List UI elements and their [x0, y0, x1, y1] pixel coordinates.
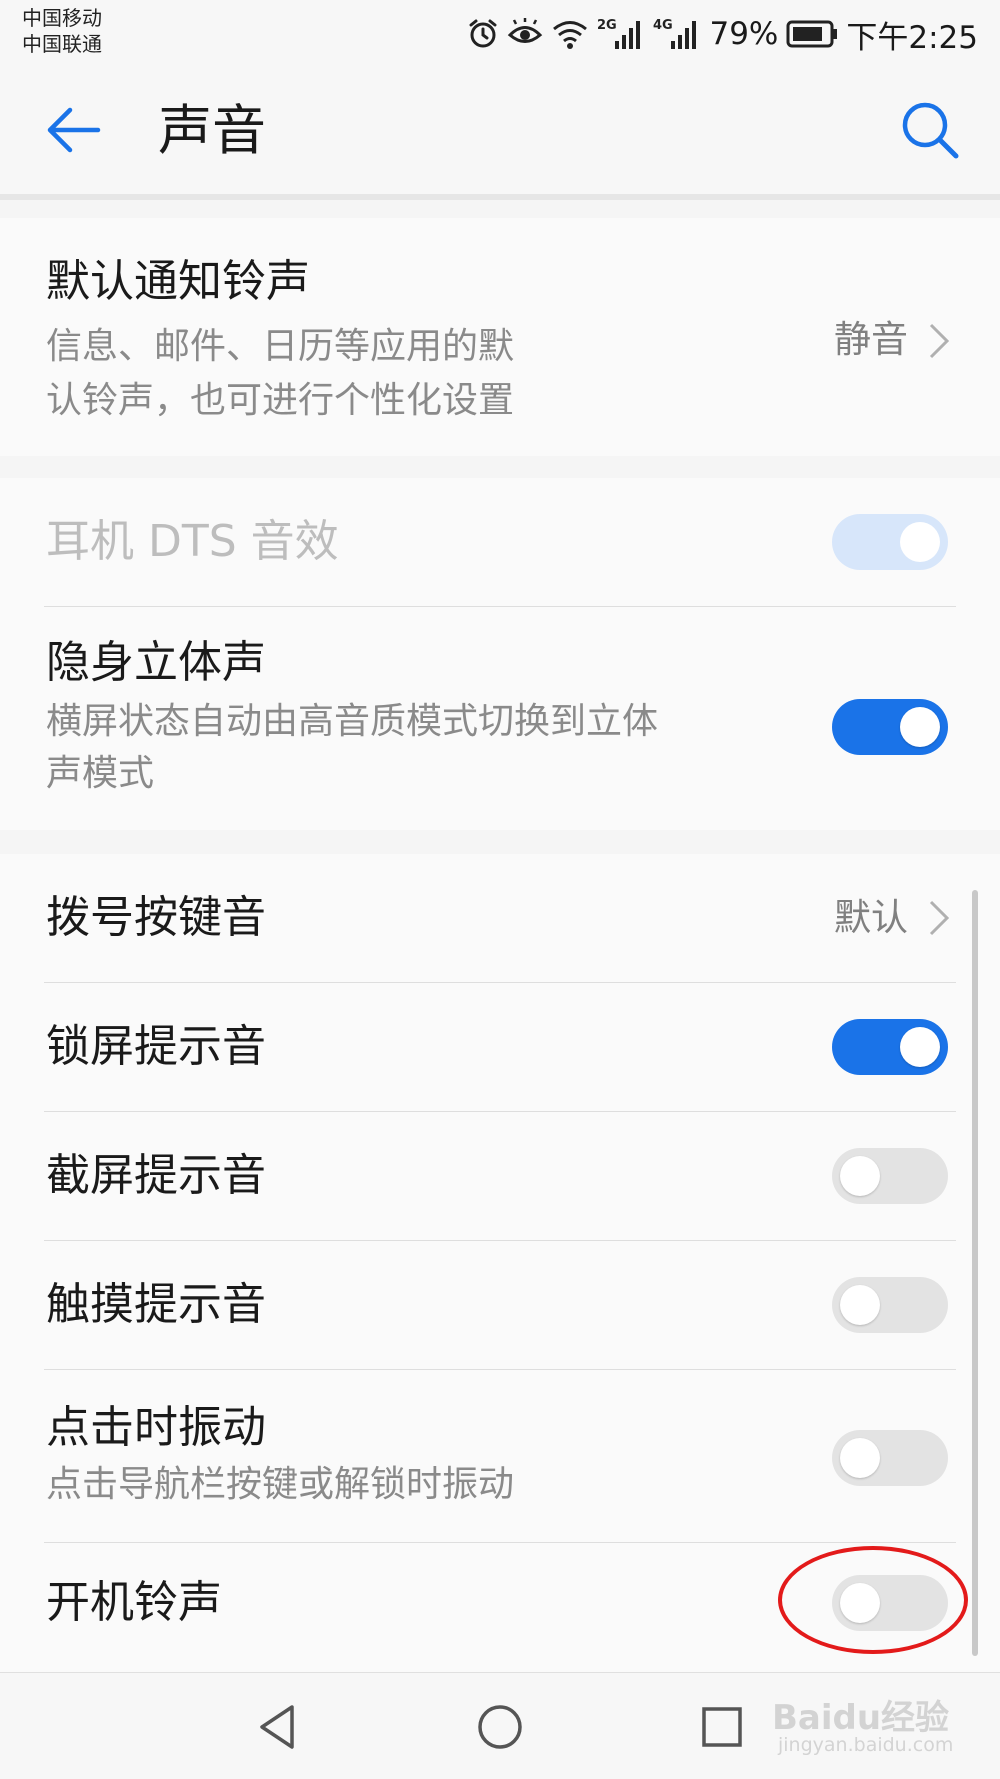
baidu-watermark: Baidu经验 jingyan.baidu.com	[772, 1690, 972, 1762]
search-icon[interactable]	[892, 92, 968, 168]
stealth-stereo-row[interactable]: 隐身立体声 横屏状态自动由高音质模式切换到立体 声模式	[0, 607, 1000, 830]
toggle-knob	[840, 1438, 880, 1478]
notification-tone-subtitle-1: 信息、邮件、日历等应用的默	[46, 326, 515, 367]
toggle-knob	[900, 1027, 940, 1067]
wifi-icon	[553, 21, 588, 49]
circle-home-icon[interactable]	[468, 1695, 532, 1759]
toggle-knob	[840, 1285, 880, 1325]
arrow-left-icon[interactable]	[36, 92, 112, 168]
boot-ringtone-title: 开机铃声	[46, 1577, 222, 1628]
carrier-1: 中国移动	[22, 6, 102, 30]
app-bar-divider	[0, 194, 1000, 200]
toggle-knob	[900, 522, 940, 562]
page-title: 声音	[158, 99, 266, 162]
dts-row: 耳机 DTS 音效	[0, 478, 1000, 606]
status-icons: 2G 4G 79% 下午2:25	[467, 12, 978, 56]
triangle-back-icon[interactable]	[246, 1695, 310, 1759]
chevron-right-icon	[929, 323, 950, 359]
signal-2-label: 4G	[653, 18, 673, 33]
vibrate-on-tap-row[interactable]: 点击时振动 点击导航栏按键或解锁时振动	[0, 1370, 1000, 1542]
eye-comfort-icon	[508, 18, 543, 43]
app-bar: 声音	[0, 66, 1000, 194]
signal-1-label: 2G	[597, 18, 617, 33]
stealth-stereo-title: 隐身立体声	[46, 637, 266, 688]
lock-screen-sound-title: 锁屏提示音	[46, 1021, 266, 1072]
dial-tone-title: 拨号按键音	[46, 892, 266, 943]
settings-card-audio-effects: 耳机 DTS 音效 隐身立体声 横屏状态自动由高音质模式切换到立体 声模式	[0, 478, 1000, 830]
notification-tone-subtitle-2: 认铃声，也可进行个性化设置	[46, 380, 515, 421]
carrier-2: 中国联通	[22, 32, 102, 56]
status-bar: 中国移动 中国联通 2G 4G 79% 下午2:25	[0, 0, 1000, 66]
settings-card-notification: 默认通知铃声 信息、邮件、日历等应用的默 认铃声，也可进行个性化设置 静音	[0, 218, 1000, 456]
dts-title: 耳机 DTS 音效	[46, 516, 339, 567]
square-recents-icon[interactable]	[690, 1695, 754, 1759]
scrollbar[interactable]	[972, 890, 978, 1656]
chevron-right-icon	[929, 900, 950, 936]
notification-tone-value: 静音	[834, 318, 908, 361]
dial-tone-value: 默认	[834, 896, 908, 939]
dial-tone-row[interactable]: 拨号按键音 默认	[0, 854, 1000, 982]
touch-sound-toggle[interactable]	[832, 1277, 948, 1333]
alarm-icon	[469, 19, 497, 48]
notification-tone-title: 默认通知铃声	[46, 256, 310, 307]
screenshot-sound-toggle[interactable]	[832, 1148, 948, 1204]
touch-sound-row[interactable]: 触摸提示音	[0, 1241, 1000, 1369]
signal-icon: 4G	[653, 18, 697, 49]
dts-toggle	[832, 514, 948, 570]
stealth-stereo-subtitle-2: 声模式	[46, 753, 155, 794]
vibrate-on-tap-title: 点击时振动	[46, 1402, 266, 1453]
toggle-knob	[840, 1156, 880, 1196]
touch-sound-title: 触摸提示音	[46, 1279, 266, 1330]
lock-screen-sound-row[interactable]: 锁屏提示音	[0, 983, 1000, 1111]
watermark-logo: Baidu经验	[772, 1698, 950, 1738]
battery-percent: 79%	[709, 16, 779, 52]
lock-screen-sound-toggle[interactable]	[832, 1019, 948, 1075]
vibrate-on-tap-subtitle: 点击导航栏按键或解锁时振动	[46, 1464, 515, 1505]
stealth-stereo-subtitle-1: 横屏状态自动由高音质模式切换到立体	[46, 701, 659, 742]
signal-icon: 2G	[597, 18, 641, 49]
stealth-stereo-toggle[interactable]	[832, 699, 948, 755]
battery-icon	[786, 20, 838, 48]
vibrate-on-tap-toggle[interactable]	[832, 1430, 948, 1486]
status-time: 下午2:25	[846, 19, 978, 56]
watermark-url: jingyan.baidu.com	[778, 1734, 954, 1756]
highlight-annotation	[778, 1546, 968, 1654]
screenshot-sound-title: 截屏提示音	[46, 1150, 266, 1201]
toggle-knob	[900, 707, 940, 747]
screenshot-sound-row[interactable]: 截屏提示音	[0, 1112, 1000, 1240]
notification-tone-row[interactable]: 默认通知铃声 信息、邮件、日历等应用的默 认铃声，也可进行个性化设置 静音	[0, 218, 1000, 456]
